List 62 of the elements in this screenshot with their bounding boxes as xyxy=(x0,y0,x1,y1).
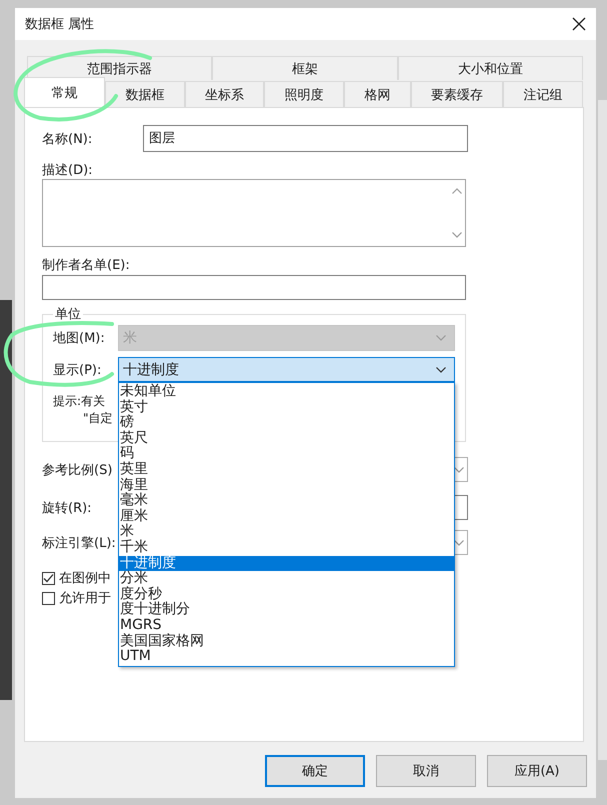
checkbox-label: 允许用于 xyxy=(59,590,111,607)
field-label: 名称(N): xyxy=(42,130,94,148)
list-item[interactable]: 英尺 xyxy=(119,430,454,446)
dropdown[interactable] xyxy=(454,457,468,482)
window-title: 数据框 属性 xyxy=(25,16,94,33)
dialog-button[interactable]: 取消 xyxy=(376,755,476,787)
dropdown[interactable] xyxy=(454,530,468,555)
hint-text: "自定 xyxy=(83,410,113,427)
list-item[interactable]: 分米 xyxy=(119,571,454,587)
tab[interactable]: 范围指示器 xyxy=(27,56,212,80)
field-label: 标注引擎(L): xyxy=(42,534,116,552)
group-title: 单位 xyxy=(54,308,82,321)
list-item[interactable]: 码 xyxy=(119,446,454,462)
list-item[interactable]: UTM xyxy=(119,649,454,665)
tab[interactable]: 框架 xyxy=(212,56,398,80)
list-item[interactable]: 毫米 xyxy=(119,493,454,509)
checkbox-label: 在图例中 xyxy=(59,570,111,587)
field-label: 旋转(R): xyxy=(42,500,92,516)
list-item[interactable]: 十进制度 xyxy=(119,556,454,572)
hint-label: 提示: xyxy=(53,393,81,410)
text-area[interactable] xyxy=(42,179,466,247)
hint-text: 有关 xyxy=(81,393,106,410)
chevron-up-icon[interactable] xyxy=(452,188,462,194)
tab[interactable]: 数据框 xyxy=(105,81,185,107)
tab[interactable]: 格网 xyxy=(344,81,411,107)
list-item[interactable]: 英寸 xyxy=(119,400,454,416)
dialog-button[interactable]: 应用(A) xyxy=(487,755,587,787)
checkbox[interactable] xyxy=(42,592,55,604)
chevron-down-icon xyxy=(436,335,446,341)
list-item[interactable]: 磅 xyxy=(119,415,454,431)
text-field[interactable]: 图层 xyxy=(143,125,468,152)
list-item[interactable]: 千米 xyxy=(119,540,454,556)
close-icon[interactable] xyxy=(572,17,586,31)
field-label: 地图(M): xyxy=(53,330,106,347)
text-field[interactable] xyxy=(454,495,468,520)
tab[interactable]: 常规 xyxy=(24,77,105,107)
tab[interactable]: 坐标系 xyxy=(184,81,264,107)
dialog-button[interactable]: 确定 xyxy=(265,755,365,787)
list-item[interactable]: 米 xyxy=(119,524,454,540)
field-label: 显示(P): xyxy=(53,362,102,378)
dropdown[interactable]: 十进制度 xyxy=(118,357,455,382)
list-item[interactable]: 英里 xyxy=(119,462,454,478)
field-label: 描述(D): xyxy=(42,162,94,177)
list-item[interactable]: 度分秒 xyxy=(119,586,454,602)
tab[interactable]: 大小和位置 xyxy=(398,56,583,80)
tab[interactable]: 照明度 xyxy=(264,81,344,107)
chevron-down-icon xyxy=(454,540,464,546)
list-item[interactable]: 未知单位 xyxy=(119,384,454,400)
list-item[interactable]: 厘米 xyxy=(119,508,454,524)
tab[interactable]: 注记组 xyxy=(503,81,584,107)
list-item[interactable]: 度十进制分 xyxy=(119,602,454,618)
chevron-down-icon xyxy=(454,466,464,472)
list-item[interactable]: 美国国家格网 xyxy=(119,634,454,650)
field-label: 制作者名单(E): xyxy=(42,257,131,272)
tab[interactable]: 要素缓存 xyxy=(410,81,504,107)
field-label: 参考比例(S) xyxy=(42,462,112,478)
list-item[interactable]: MGRS xyxy=(119,618,454,634)
chevron-down-icon xyxy=(436,366,446,372)
list-item[interactable]: 海里 xyxy=(119,478,454,494)
checkbox[interactable] xyxy=(42,572,55,584)
text-field[interactable] xyxy=(42,275,466,300)
chevron-down-icon[interactable] xyxy=(452,232,462,238)
